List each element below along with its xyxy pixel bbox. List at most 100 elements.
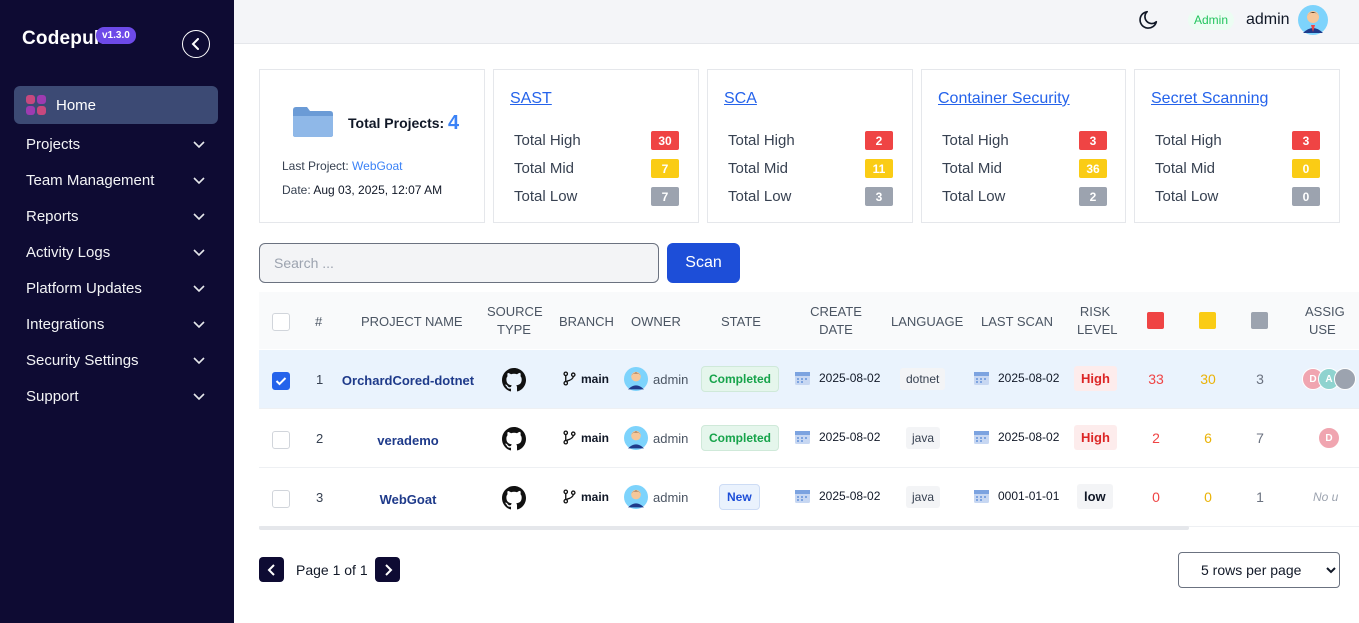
row-checkbox[interactable] [272,431,290,449]
user-avatar[interactable] [1298,5,1328,35]
table-row[interactable]: 1 OrchardCored-dotnet main admin Complet… [259,350,1359,409]
last-project-date: Aug 03, 2025, 12:07 AM [313,183,443,197]
row-checkbox[interactable] [272,490,290,508]
secret-scanning-card: Secret Scanning Total High 3 Total Mid 0 T… [1134,69,1340,223]
sidebar-item-label: Reports [26,207,79,225]
stat-row-mid: Total Mid 36 [942,159,1107,178]
git-branch-icon [563,371,576,386]
next-page-button[interactable] [375,557,400,582]
projects-table: # PROJECT NAME SOURCE TYPE BRANCH OWNER S… [259,292,1359,530]
stat-label: Total Low [514,188,578,205]
high-count-badge: 3 [1292,131,1320,150]
search-input[interactable] [259,243,659,283]
stat-label: Total High [728,132,795,149]
last-scan-date: 0001-01-01 [998,489,1060,503]
header-risk-level[interactable]: RISK LEVEL [1077,303,1117,339]
github-icon [502,486,526,510]
select-all-checkbox[interactable] [272,313,290,331]
sidebar-item-integrations[interactable]: Integrations [26,314,206,334]
git-branch-icon [563,430,576,445]
sast-card: SAST Total High 30 Total Mid 7 Total Low 7 [493,69,699,223]
sidebar-item-team-management[interactable]: Team Management [26,170,206,190]
collapse-sidebar-button[interactable] [182,30,210,58]
calendar-icon [974,372,989,385]
stat-row-high: Total High 3 [942,131,1107,150]
state-badge: Completed [701,425,780,451]
stat-label: Total Mid [514,160,575,177]
sidebar-item-platform-updates[interactable]: Platform Updates [26,278,206,298]
chevron-down-icon [193,393,205,401]
last-project-link[interactable]: WebGoat [352,159,402,173]
sidebar-item-security-settings[interactable]: Security Settings [26,350,206,370]
header-language[interactable]: LANGUAGE [891,313,963,331]
stat-label: Total High [514,132,581,149]
sast-link[interactable]: SAST [510,90,552,108]
rows-per-page-select[interactable]: 5 rows per page [1178,552,1340,588]
high-count-badge: 30 [651,131,679,150]
high-count: 2 [1152,430,1160,446]
project-name-link[interactable]: verademo [339,433,477,448]
create-date: 2025-08-02 [819,430,881,444]
stat-row-mid: Total Mid 7 [514,159,679,178]
sidebar-item-support[interactable]: Support [26,386,206,406]
header-create-date[interactable]: CREATE DATE [809,303,863,339]
github-icon [502,427,526,451]
date-label: Date: [282,183,311,197]
total-projects-label: Total Projects: [348,115,445,131]
stat-label: Total Mid [942,160,1003,177]
create-date-cell: 2025-08-02 [794,370,880,386]
branch-cell: main [562,489,609,504]
header-state[interactable]: STATE [721,313,761,331]
calendar-icon [974,431,989,444]
high-count: 0 [1152,489,1160,505]
mid-count-badge: 11 [865,159,893,178]
sidebar-item-activity-logs[interactable]: Activity Logs [26,242,206,262]
sidebar-item-home[interactable]: Home [14,86,218,124]
horizontal-scrollbar[interactable] [259,526,1189,530]
container-security-link[interactable]: Container Security [938,90,1070,108]
header-last-scan[interactable]: LAST SCAN [981,313,1053,331]
header-owner[interactable]: OWNER [631,313,681,331]
branch-name: main [581,489,610,504]
project-name-link[interactable]: WebGoat [339,492,477,507]
stat-row-high: Total High 30 [514,131,679,150]
row-index: 3 [316,490,324,505]
github-icon [502,368,526,392]
scan-button[interactable]: Scan [667,243,740,283]
table-row[interactable]: 3 WebGoat main admin New 2025-08-02 java… [259,468,1359,527]
sidebar-item-label: Team Management [26,171,155,189]
sca-link[interactable]: SCA [724,90,757,108]
sidebar: Codepulse v1.3.0 Home Projects Team Mana… [0,0,234,623]
risk-badge: High [1074,366,1117,391]
project-name-link[interactable]: OrchardCored-dotnet [339,373,477,388]
sidebar-item-label: Integrations [26,315,105,333]
calendar-icon [974,490,989,503]
branch-cell: main [562,371,609,386]
mid-count: 6 [1204,430,1212,446]
owner-name: admin [653,489,689,505]
last-scan-cell: 2025-08-02 [973,429,1059,445]
calendar-icon [795,372,810,385]
language-tag: dotnet [900,368,946,390]
prev-page-button[interactable] [259,557,284,582]
row-checkbox[interactable] [272,372,290,390]
dark-mode-toggle-icon[interactable] [1138,8,1160,30]
stat-label: Total Low [1155,188,1219,205]
secret-scanning-link[interactable]: Secret Scanning [1151,90,1268,108]
last-project-date-row: Date: Aug 03, 2025, 12:07 AM [282,183,442,197]
header-index: # [315,314,323,329]
sidebar-item-label: Home [56,96,97,114]
header-project-name[interactable]: PROJECT NAME [361,313,463,331]
mid-severity-header-icon [1199,312,1216,329]
sidebar-item-label: Projects [26,135,81,153]
high-count-badge: 3 [1079,131,1107,150]
header-source-type[interactable]: SOURCE TYPE [487,303,543,339]
table-row[interactable]: 2 verademo main admin Completed 2025-08-… [259,409,1359,468]
last-project-row: Last Project: WebGoat [282,159,403,173]
sidebar-item-projects[interactable]: Projects [26,134,206,154]
sidebar-item-reports[interactable]: Reports [26,206,206,226]
chevron-down-icon [193,285,205,293]
header-branch[interactable]: BRANCH [559,313,614,331]
username[interactable]: admin [1246,11,1290,29]
sidebar-item-label: Platform Updates [26,279,142,297]
